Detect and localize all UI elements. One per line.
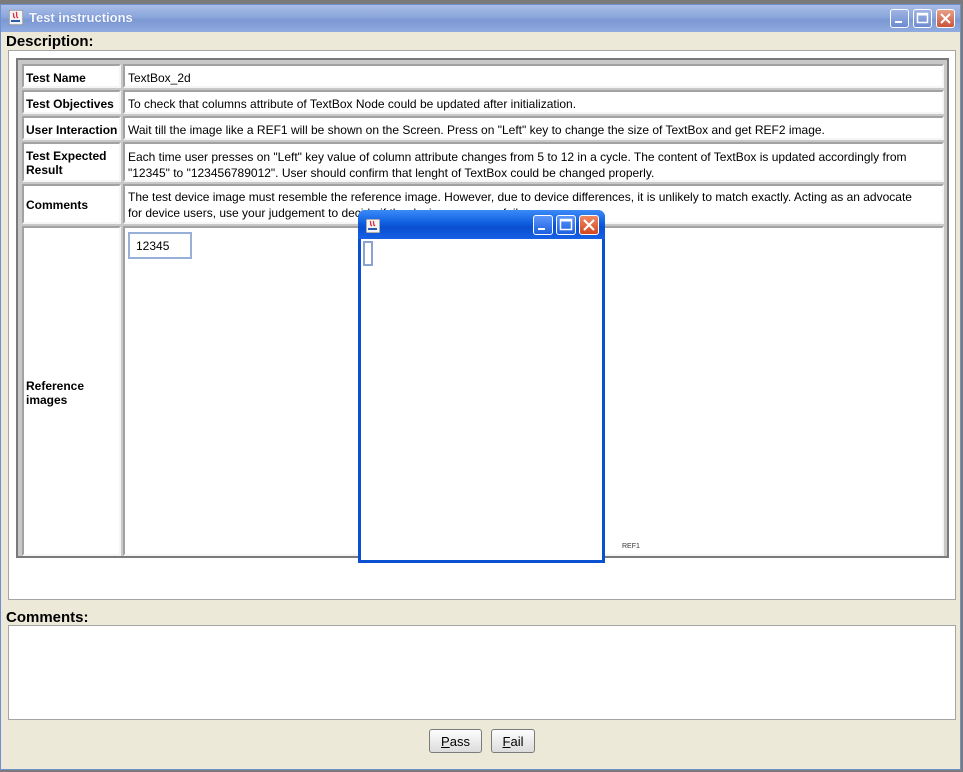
user-interaction-value: Wait till the image like a REF1 will be … bbox=[123, 116, 944, 140]
java-app-icon bbox=[365, 218, 381, 234]
test-textbox[interactable] bbox=[363, 241, 373, 266]
comments-textarea[interactable] bbox=[8, 625, 956, 720]
fail-mnemonic: F bbox=[502, 733, 511, 749]
fail-button[interactable]: Fail bbox=[491, 729, 535, 753]
pass-label-rest: ass bbox=[449, 733, 470, 749]
test-device-close-button[interactable] bbox=[579, 215, 599, 235]
java-app-icon bbox=[8, 9, 24, 26]
fail-label-rest: ail bbox=[510, 733, 524, 749]
test-objectives-value: To check that columns attribute of TextB… bbox=[123, 90, 944, 114]
test-device-title-bar[interactable] bbox=[358, 210, 605, 239]
minimize-button[interactable] bbox=[890, 9, 909, 28]
test-expected-result-value-line1: Each time user presses on "Left" key val… bbox=[128, 150, 907, 164]
test-expected-result-value: Each time user presses on "Left" key val… bbox=[123, 142, 944, 182]
comments-header: Comments bbox=[22, 184, 121, 224]
reference-textbox-image: 12345 bbox=[128, 232, 192, 259]
close-button[interactable] bbox=[936, 9, 955, 28]
test-device-maximize-button[interactable] bbox=[556, 215, 576, 235]
reference-images-header-line2: images bbox=[26, 392, 68, 407]
test-device-window bbox=[358, 210, 605, 563]
pass-mnemonic: P bbox=[441, 733, 450, 749]
test-expected-result-header-line2: Result bbox=[26, 163, 63, 177]
window-title-bar[interactable]: Test instructions bbox=[1, 5, 960, 32]
pass-button[interactable]: Pass bbox=[429, 729, 482, 753]
test-expected-result-header-line1: Test Expected bbox=[26, 149, 107, 163]
test-expected-result-value-line2: "12345" to "123456789012". User should c… bbox=[128, 166, 655, 180]
window-title: Test instructions bbox=[29, 10, 133, 25]
maximize-button[interactable] bbox=[913, 9, 932, 28]
description-label: Description: bbox=[6, 33, 94, 50]
reference-images-header: Reference images bbox=[22, 226, 121, 556]
minimize-icon bbox=[538, 228, 545, 230]
close-icon bbox=[940, 13, 951, 24]
test-device-minimize-button[interactable] bbox=[533, 215, 553, 235]
reference-images-header-line1: Reference bbox=[26, 378, 85, 393]
minimize-icon bbox=[895, 21, 902, 23]
test-objectives-header: Test Objectives bbox=[22, 90, 121, 114]
comments-label: Comments: bbox=[6, 609, 89, 626]
user-interaction-header: User Interaction bbox=[22, 116, 121, 140]
ref1-label: REF1 bbox=[622, 543, 640, 550]
close-icon bbox=[583, 219, 595, 231]
comments-value-line1: The test device image must resemble the … bbox=[128, 190, 912, 204]
test-name-header: Test Name bbox=[22, 64, 121, 88]
test-device-canvas bbox=[361, 239, 602, 560]
test-name-value: TextBox_2d bbox=[123, 64, 944, 88]
test-expected-result-header: Test Expected Result bbox=[22, 142, 121, 182]
